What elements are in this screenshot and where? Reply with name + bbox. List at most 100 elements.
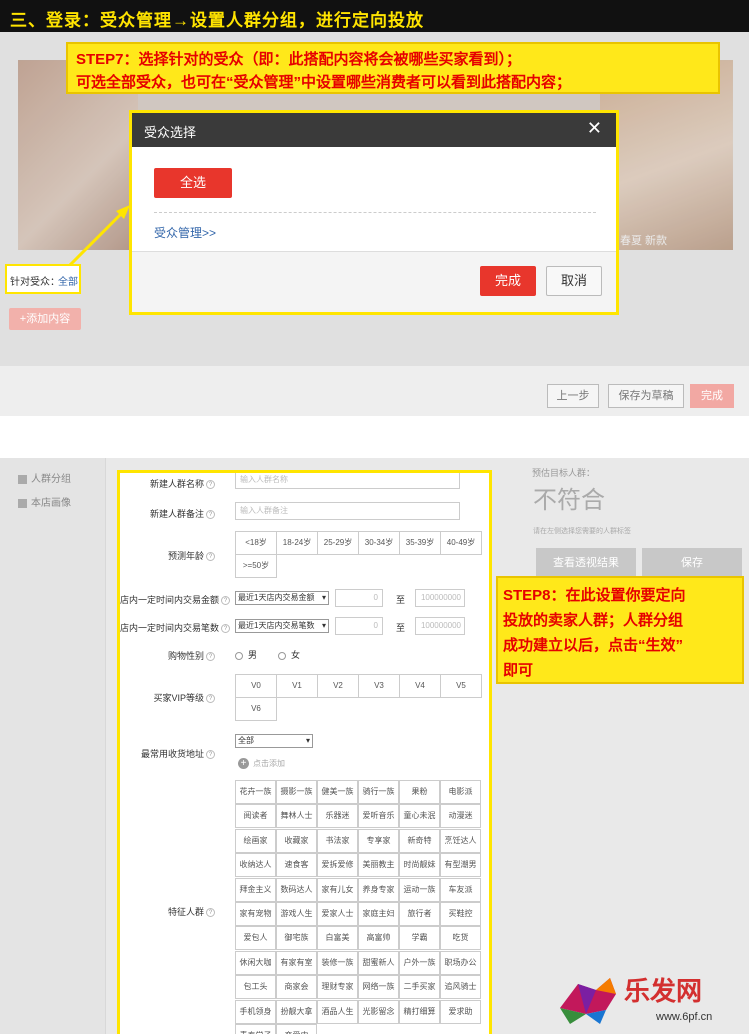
feature-tag[interactable]: 旅行者	[399, 902, 440, 926]
amount-period-select[interactable]: 最近1天店内交易金额	[235, 591, 329, 605]
feature-tag[interactable]: 阅读者	[235, 804, 276, 829]
cancel-button[interactable]: 取消	[546, 266, 602, 296]
save-draft-button[interactable]: 保存为草稿	[608, 384, 684, 408]
feature-tag[interactable]: 白富美	[317, 926, 358, 951]
feature-tag[interactable]: 光影留念	[358, 999, 399, 1024]
feature-tag[interactable]: 乐器迷	[317, 804, 358, 829]
group-name-input[interactable]: 输入人群名称	[235, 473, 460, 489]
feature-tag[interactable]: 新奇特	[399, 828, 440, 853]
feature-tag[interactable]: 职场办公	[440, 950, 481, 975]
feature-tag[interactable]: 烹饪达人	[440, 828, 481, 853]
feature-tag[interactable]: 爱家人士	[317, 902, 358, 926]
feature-tag[interactable]: 商家会	[276, 975, 317, 1000]
view-result-button[interactable]: 查看透视结果	[536, 548, 636, 578]
feature-tag[interactable]: 运动一族	[399, 877, 440, 902]
amount-min-input[interactable]: 0	[335, 589, 383, 607]
feature-tag[interactable]: 数码达人	[276, 877, 317, 902]
add-content-button[interactable]: +添加内容	[9, 308, 81, 330]
feature-tag[interactable]: 果粉	[399, 780, 440, 804]
group-note-input[interactable]: 输入人群备注	[235, 502, 460, 520]
feature-tag[interactable]: 扮靓大拿	[276, 999, 317, 1024]
feature-tag[interactable]: 游戏人生	[276, 902, 317, 926]
age-option[interactable]: 25-29岁	[317, 531, 359, 555]
vip-option[interactable]: V6	[235, 697, 277, 721]
feature-tag[interactable]: 家有宠物	[235, 902, 276, 926]
finish-button[interactable]: 完成	[690, 384, 734, 408]
feature-tag[interactable]: 速食客	[276, 853, 317, 878]
feature-tag[interactable]: 户外一族	[399, 950, 440, 975]
feature-tag[interactable]: 有家有室	[276, 950, 317, 975]
feature-tag[interactable]: 恋爱中	[276, 1024, 317, 1034]
vip-option[interactable]: V5	[440, 674, 482, 698]
feature-tag[interactable]: 健美一族	[317, 780, 358, 804]
count-max-input[interactable]: 100000000	[415, 617, 465, 635]
age-option[interactable]: >=50岁	[235, 554, 277, 578]
vip-option[interactable]: V0	[235, 674, 277, 698]
feature-tag[interactable]: 专享家	[358, 828, 399, 853]
feature-tag[interactable]: 电影派	[440, 780, 481, 804]
feature-tag[interactable]: 爱听音乐	[358, 804, 399, 829]
age-option[interactable]: 18-24岁	[276, 531, 318, 555]
sidebar-item-groups[interactable]: 人群分组	[18, 470, 71, 485]
vip-option[interactable]: V3	[358, 674, 400, 698]
feature-tag[interactable]: 追风骑士	[440, 975, 481, 1000]
feature-tag[interactable]: 网络一族	[358, 975, 399, 1000]
feature-tag[interactable]: 装修一族	[317, 950, 358, 975]
feature-tag[interactable]: 休闲大咖	[235, 950, 276, 975]
feature-tag[interactable]: 时尚靓妹	[399, 853, 440, 878]
add-address-button[interactable]: + 点击添加	[238, 758, 285, 769]
feature-tag[interactable]: 手机领身	[235, 999, 276, 1024]
confirm-button[interactable]: 完成	[480, 266, 536, 296]
feature-tag[interactable]: 爱包人	[235, 926, 276, 951]
close-icon[interactable]: ✕	[587, 118, 602, 139]
count-min-input[interactable]: 0	[335, 617, 383, 635]
age-option[interactable]: 40-49岁	[440, 531, 482, 555]
feature-tag[interactable]: 吃货	[440, 926, 481, 951]
feature-tag[interactable]: 书法家	[317, 828, 358, 853]
feature-tag[interactable]: 骑行一族	[358, 780, 399, 804]
feature-tag[interactable]: 绘画家	[235, 828, 276, 853]
feature-tag[interactable]: 养身专家	[358, 877, 399, 902]
feature-tag[interactable]: 动漫迷	[440, 804, 481, 829]
prev-step-button[interactable]: 上一步	[547, 384, 599, 408]
feature-tag[interactable]: 爱拆爱修	[317, 853, 358, 878]
gender-female-radio[interactable]: 女	[278, 648, 300, 661]
feature-tag[interactable]: 家庭主妇	[358, 902, 399, 926]
feature-tag[interactable]: 甜蜜新人	[358, 950, 399, 975]
feature-tag[interactable]: 车友派	[440, 877, 481, 902]
sidebar-item-portrait[interactable]: 本店画像	[18, 494, 71, 509]
feature-tag[interactable]: 高富帅	[358, 926, 399, 951]
feature-tag[interactable]: 御宅族	[276, 926, 317, 951]
feature-tag[interactable]: 包工头	[235, 975, 276, 1000]
feature-tag[interactable]: 摄影一族	[276, 780, 317, 804]
feature-tag[interactable]: 有型潮男	[440, 853, 481, 878]
feature-tag[interactable]: 收纳达人	[235, 853, 276, 878]
feature-tag[interactable]: 舞林人士	[276, 804, 317, 829]
count-period-select[interactable]: 最近1天店内交易笔数	[235, 619, 329, 633]
age-option[interactable]: 35-39岁	[399, 531, 441, 555]
feature-tag[interactable]: 买鞋控	[440, 902, 481, 926]
gender-male-radio[interactable]: 男	[235, 648, 257, 661]
target-audience-value[interactable]: 全部	[58, 273, 78, 288]
feature-tag[interactable]: 花卉一族	[235, 780, 276, 804]
age-option[interactable]: <18岁	[235, 531, 277, 555]
vip-option[interactable]: V2	[317, 674, 359, 698]
feature-tag[interactable]: 童心未泯	[399, 804, 440, 829]
feature-tag[interactable]: 理财专家	[317, 975, 358, 1000]
audience-manage-link[interactable]: 受众管理>>	[154, 224, 216, 241]
feature-tag[interactable]: 拜金主义	[235, 877, 276, 902]
feature-tag[interactable]: 家有儿女	[317, 877, 358, 902]
feature-tag[interactable]: 学霸	[399, 926, 440, 951]
select-all-button[interactable]: 全选	[154, 168, 232, 198]
vip-option[interactable]: V4	[399, 674, 441, 698]
vip-option[interactable]: V1	[276, 674, 318, 698]
feature-tag[interactable]: 精打细算	[399, 999, 440, 1024]
age-option[interactable]: 30-34岁	[358, 531, 400, 555]
feature-tag[interactable]: 青春学子	[235, 1024, 276, 1034]
address-select[interactable]: 全部	[235, 734, 313, 748]
save-button[interactable]: 保存	[642, 548, 742, 578]
feature-tag[interactable]: 美丽教主	[358, 853, 399, 878]
amount-max-input[interactable]: 100000000	[415, 589, 465, 607]
feature-tag[interactable]: 二手买家	[399, 975, 440, 1000]
feature-tag[interactable]: 酒品人生	[317, 999, 358, 1024]
